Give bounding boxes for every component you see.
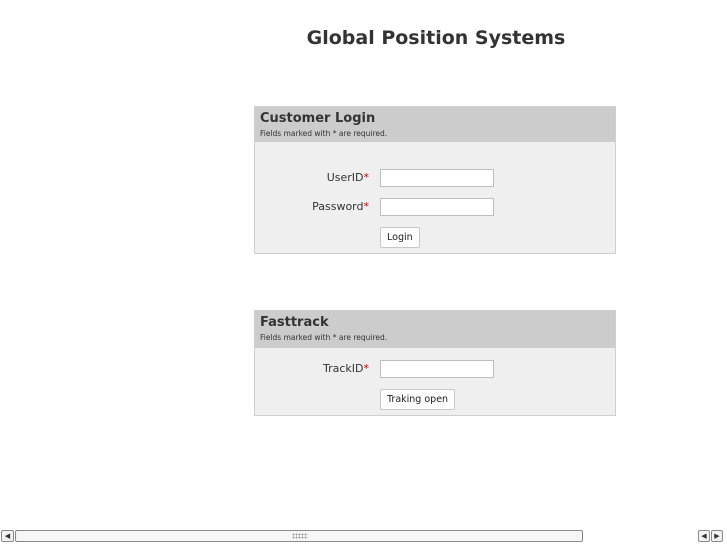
required-mark: * — [363, 200, 370, 213]
required-fields-note: Fields marked with * are required. — [260, 333, 388, 342]
password-row: Password* — [255, 198, 615, 218]
userid-label: UserID* — [326, 171, 370, 184]
trackid-label: TrackID* — [323, 362, 369, 375]
customer-login-header: Customer Login Fields marked with * are … — [255, 107, 615, 142]
arrow-left-icon[interactable]: ◀ — [698, 530, 710, 542]
page-title: Global Position Systems — [306, 27, 566, 49]
userid-input[interactable] — [380, 169, 494, 187]
trackid-input[interactable] — [380, 360, 494, 378]
required-mark: * — [363, 171, 370, 184]
password-input[interactable] — [380, 198, 494, 216]
required-mark: * — [363, 362, 370, 375]
login-button[interactable]: Login — [380, 227, 420, 248]
userid-row: UserID* — [255, 169, 615, 189]
grip-icon — [292, 533, 308, 539]
customer-login-panel: Customer Login Fields marked with * are … — [254, 106, 616, 254]
customer-login-title: Customer Login — [260, 111, 376, 126]
horizontal-scrollbar[interactable]: ◀ ◀ ▶ — [0, 529, 727, 545]
arrow-left-icon[interactable]: ◀ — [1, 530, 14, 542]
trackid-row: TrackID* — [255, 360, 615, 380]
scrollbar-thumb[interactable] — [15, 530, 583, 542]
password-label: Password* — [312, 200, 369, 213]
fasttrack-header: Fasttrack Fields marked with * are requi… — [255, 311, 615, 348]
tracking-open-button[interactable]: Traking open — [380, 389, 456, 410]
arrow-right-icon[interactable]: ▶ — [711, 530, 723, 542]
required-fields-note: Fields marked with * are required. — [260, 129, 388, 138]
fasttrack-panel: Fasttrack Fields marked with * are requi… — [254, 310, 616, 416]
fasttrack-title: Fasttrack — [260, 315, 329, 330]
